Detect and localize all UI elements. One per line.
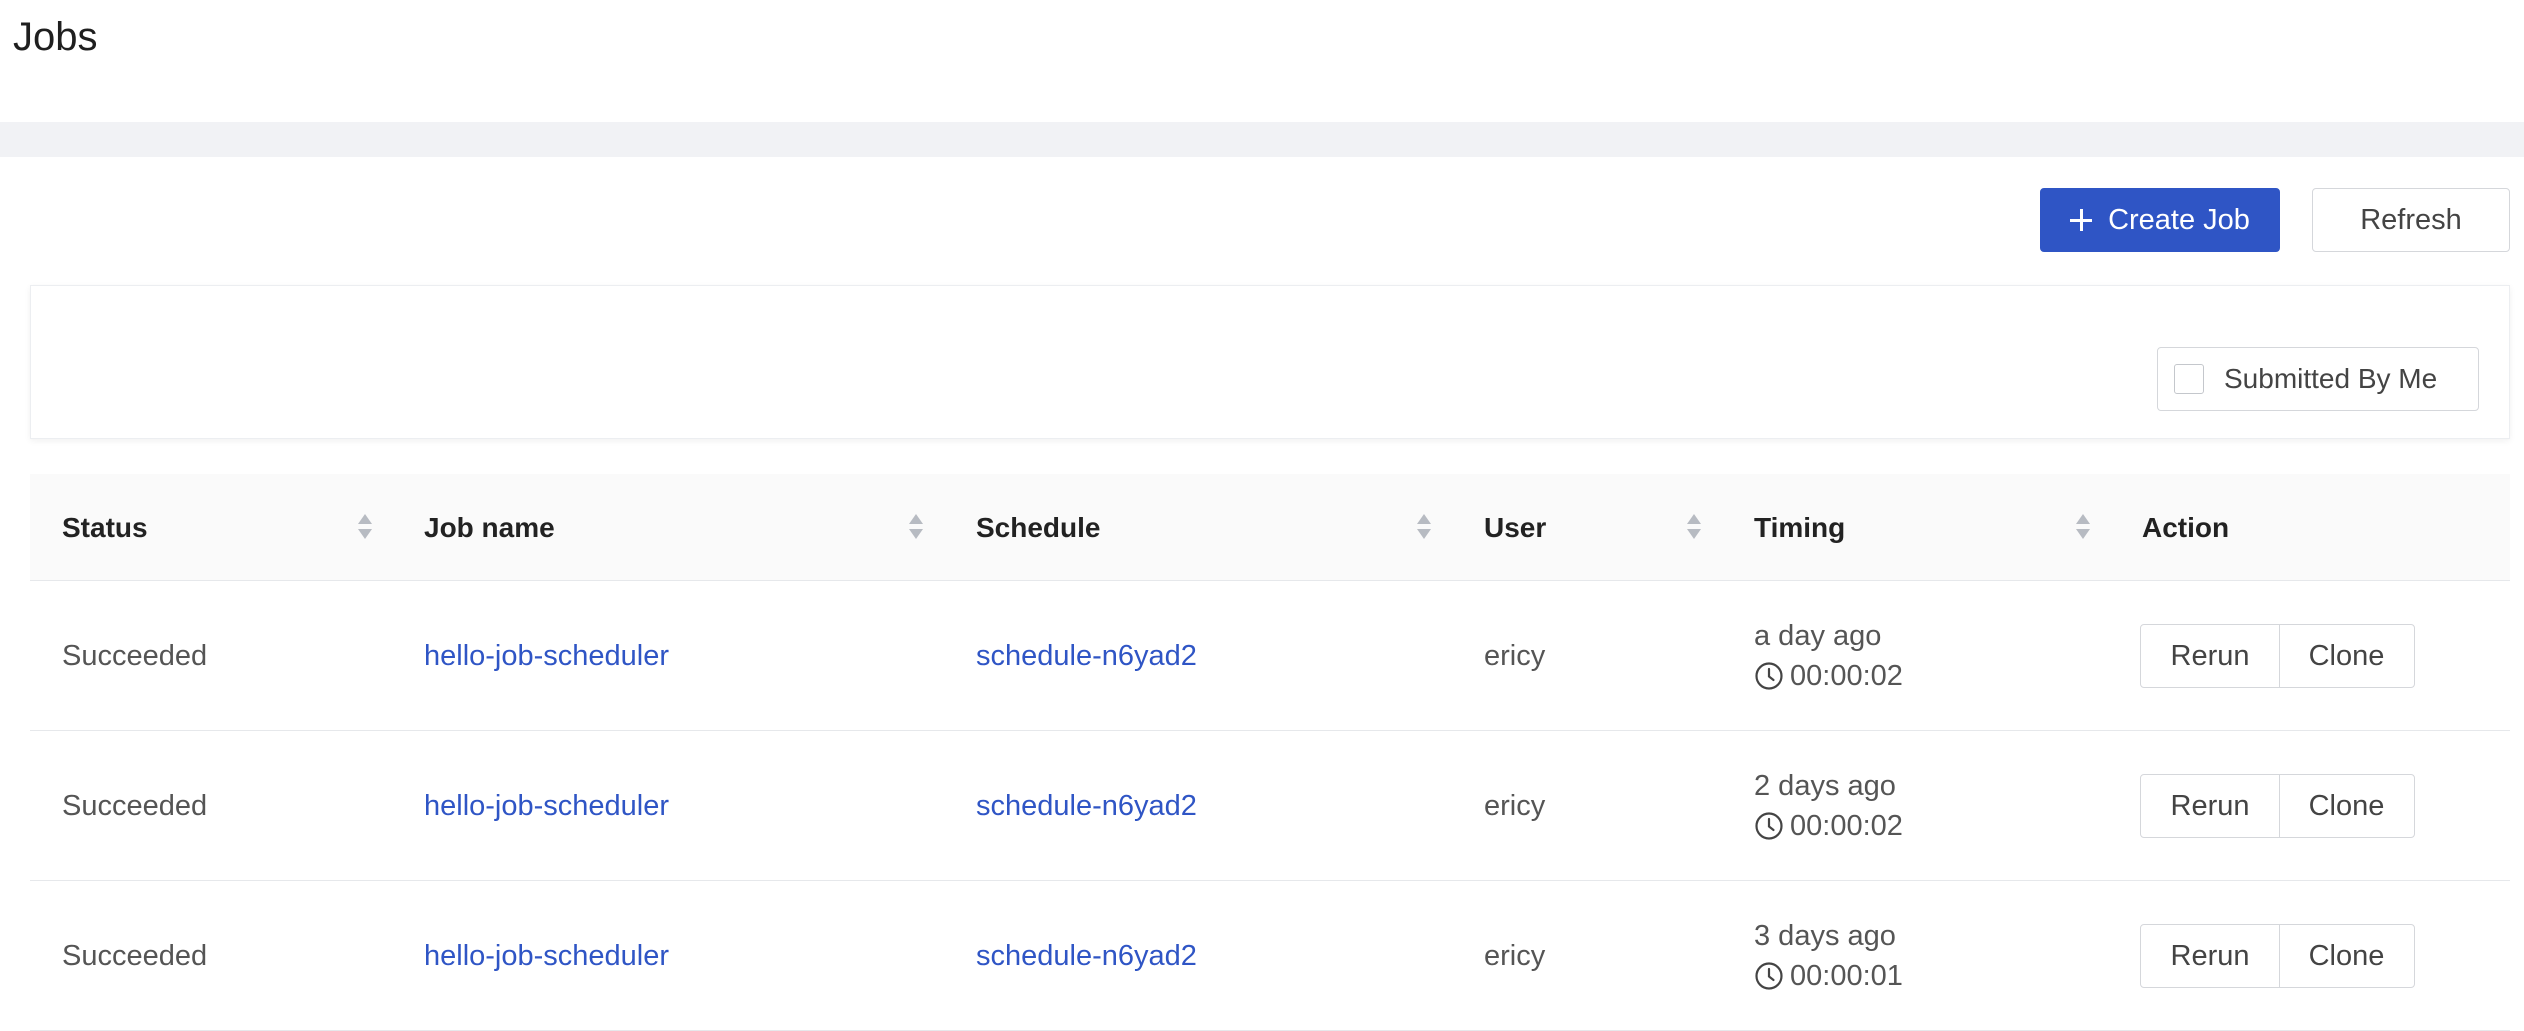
column-header-status: Status (62, 511, 148, 543)
action-group: Rerun Clone (2140, 774, 2415, 838)
user-cell: ericy (1484, 789, 1546, 822)
filter-panel: Submitted By Me (30, 285, 2510, 439)
clone-button[interactable]: Clone (2278, 924, 2415, 988)
job-name-link[interactable]: hello-job-scheduler (424, 881, 669, 1031)
clock-icon (1755, 812, 1783, 840)
duration-value: 00:00:02 (1790, 810, 1903, 842)
jobs-table: Status Job name Schedule User Timing Act… (30, 474, 2510, 1031)
timing-cell: 2 days ago 00:00:02 (1754, 731, 1903, 881)
clone-button[interactable]: Clone (2278, 774, 2415, 838)
submitted-by-me-label: Submitted By Me (2224, 363, 2438, 394)
table-row: Succeeded hello-job-scheduler schedule-n… (30, 881, 2510, 1031)
column-header-timing: Timing (1754, 511, 1846, 543)
duration-value: 00:00:02 (1790, 660, 1903, 692)
status-cell: Succeeded (62, 789, 208, 822)
table-row: Succeeded hello-job-scheduler schedule-n… (30, 581, 2510, 731)
duration: 00:00:01 (1754, 956, 1903, 996)
table-header: Status Job name Schedule User Timing Act… (30, 474, 2510, 581)
column-header-job-name: Job name (424, 511, 555, 543)
user-cell: ericy (1484, 639, 1546, 672)
timing-cell: a day ago 00:00:02 (1754, 581, 1903, 731)
timing-ago: a day ago (1754, 620, 1882, 652)
clock-icon (1755, 962, 1783, 990)
timing-cell: 3 days ago 00:00:01 (1754, 881, 1903, 1031)
checkbox-icon[interactable] (2174, 364, 2204, 394)
submitted-by-me-checkbox[interactable]: Submitted By Me (2157, 347, 2479, 411)
clone-button[interactable]: Clone (2278, 624, 2415, 688)
timing-ago: 2 days ago (1754, 770, 1896, 802)
rerun-button[interactable]: Rerun (2140, 624, 2280, 688)
duration-value: 00:00:01 (1790, 960, 1903, 992)
page-title: Jobs (13, 15, 98, 59)
duration: 00:00:02 (1754, 806, 1903, 846)
plus-icon (2070, 209, 2093, 231)
create-job-button[interactable]: Create Job (2040, 188, 2280, 252)
status-cell: Succeeded (62, 639, 208, 672)
duration: 00:00:02 (1754, 656, 1903, 696)
refresh-button[interactable]: Refresh (2312, 188, 2510, 252)
schedule-link[interactable]: schedule-n6yad2 (976, 731, 1197, 881)
timing-ago: 3 days ago (1754, 920, 1896, 952)
column-header-user: User (1484, 511, 1547, 543)
schedule-link[interactable]: schedule-n6yad2 (976, 581, 1197, 731)
sort-job-name-icon[interactable] (908, 514, 924, 542)
clock-icon (1755, 662, 1783, 690)
status-cell: Succeeded (62, 939, 208, 972)
action-group: Rerun Clone (2140, 624, 2415, 688)
sort-timing-icon[interactable] (2075, 514, 2091, 542)
page-header: Jobs (0, 0, 2524, 122)
sort-schedule-icon[interactable] (1416, 514, 1432, 542)
column-header-schedule: Schedule (976, 511, 1101, 543)
rerun-button[interactable]: Rerun (2140, 774, 2280, 838)
rerun-button[interactable]: Rerun (2140, 924, 2280, 988)
header-divider (0, 122, 2524, 157)
column-header-action: Action (2142, 511, 2230, 543)
table-row: Succeeded hello-job-scheduler schedule-n… (30, 731, 2510, 881)
schedule-link[interactable]: schedule-n6yad2 (976, 881, 1197, 1031)
job-name-link[interactable]: hello-job-scheduler (424, 581, 669, 731)
job-name-link[interactable]: hello-job-scheduler (424, 731, 669, 881)
sort-status-icon[interactable] (357, 514, 373, 542)
user-cell: ericy (1484, 939, 1546, 972)
action-group: Rerun Clone (2140, 924, 2415, 988)
sort-user-icon[interactable] (1686, 514, 1702, 542)
create-job-label: Create Job (2108, 203, 2250, 236)
